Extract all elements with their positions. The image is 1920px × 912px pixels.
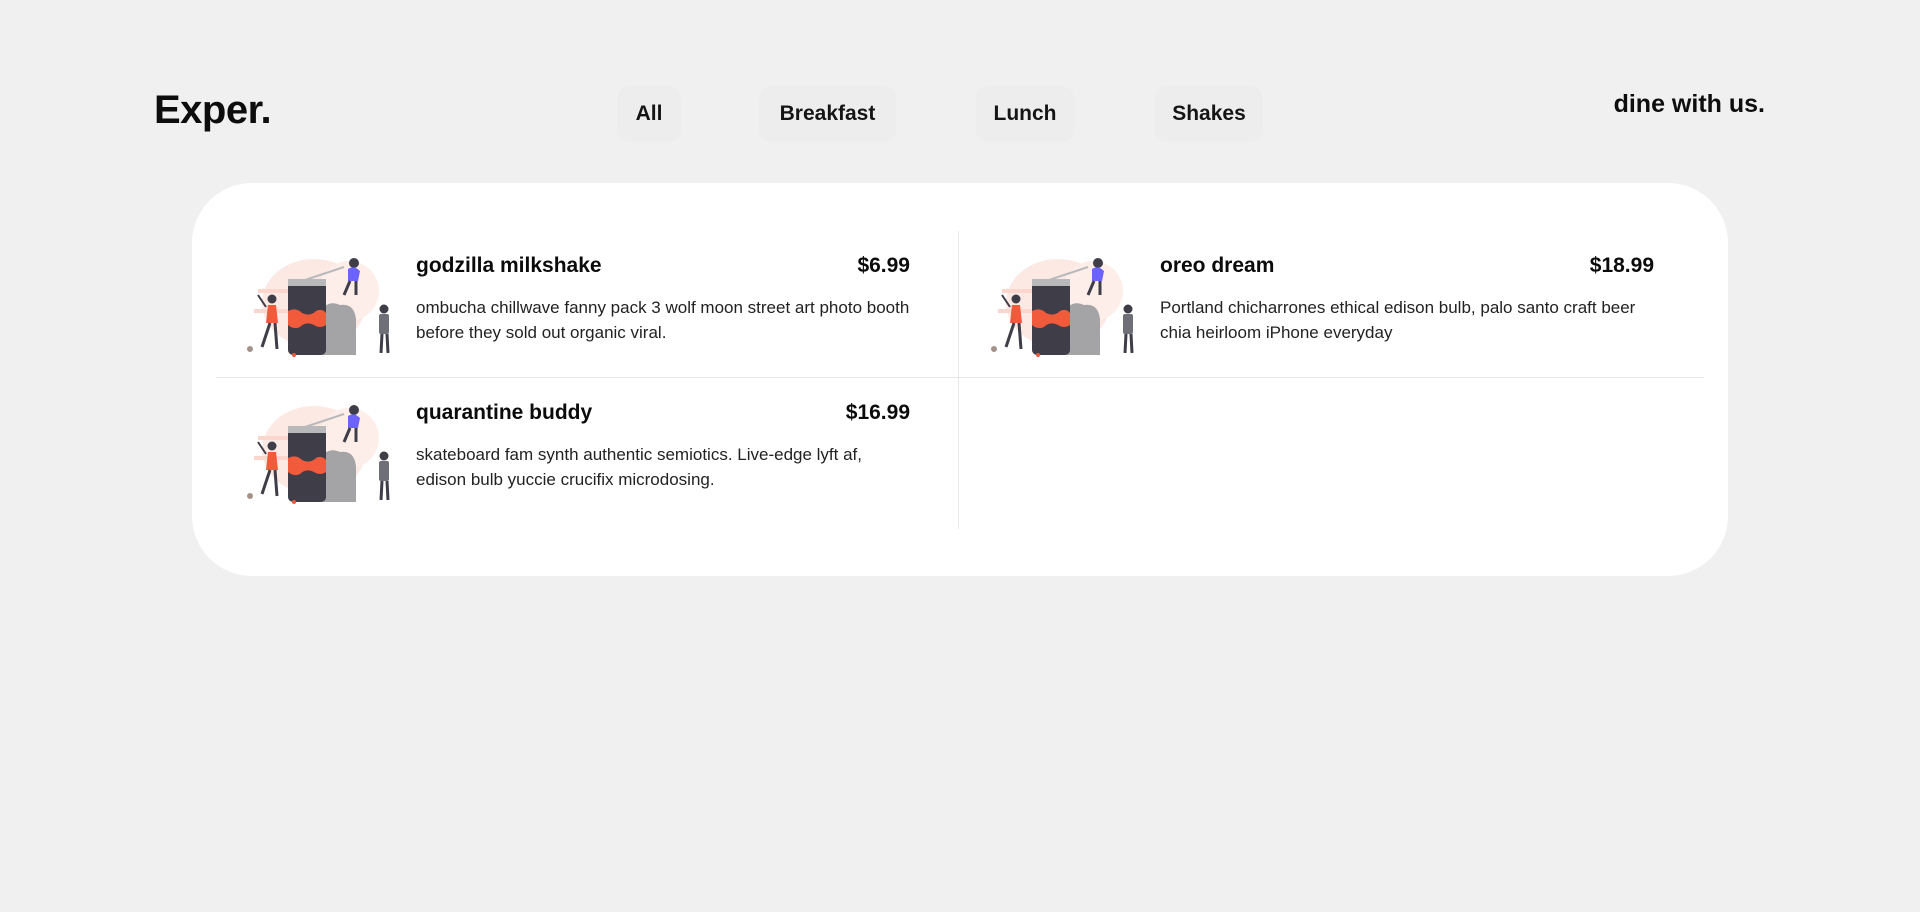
tab-shakes[interactable]: Shakes	[1155, 86, 1263, 142]
item-title: oreo dream	[1160, 254, 1275, 277]
item-description: skateboard fam synth authentic semiotics…	[416, 445, 863, 489]
menu-item[interactable]: quarantine buddy $16.99 skateboard fam s…	[216, 378, 960, 525]
menu-card: godzilla milkshake $6.99 ombucha chillwa…	[192, 183, 1728, 576]
item-title: quarantine buddy	[416, 401, 593, 424]
item-price: $6.99	[857, 254, 910, 277]
menu-item[interactable]: godzilla milkshake $6.99 ombucha chillwa…	[216, 231, 960, 378]
item-price: $16.99	[845, 401, 910, 424]
tab-lunch[interactable]: Lunch	[976, 86, 1074, 142]
tab-all[interactable]: All	[617, 86, 681, 142]
item-description: ombucha chillwave fanny pack 3 wolf moon…	[416, 298, 910, 342]
site-header: Exper. All Breakfast Lunch Shakes dine w…	[0, 0, 1920, 180]
tab-breakfast[interactable]: Breakfast	[759, 86, 896, 142]
item-description: Portland chicharrones ethical edison bul…	[1160, 298, 1636, 342]
menu-item[interactable]: oreo dream $18.99 Portland chicharrones …	[960, 231, 1704, 378]
item-title: godzilla milkshake	[416, 254, 602, 277]
milkshake-illustration-icon	[991, 258, 1134, 357]
milkshake-illustration-icon	[247, 405, 390, 504]
milkshake-illustration-icon	[247, 258, 390, 357]
item-price: $18.99	[1589, 254, 1654, 277]
menu-grid: godzilla milkshake $6.99 ombucha chillwa…	[216, 231, 1704, 529]
tagline: dine with us.	[1613, 90, 1765, 118]
